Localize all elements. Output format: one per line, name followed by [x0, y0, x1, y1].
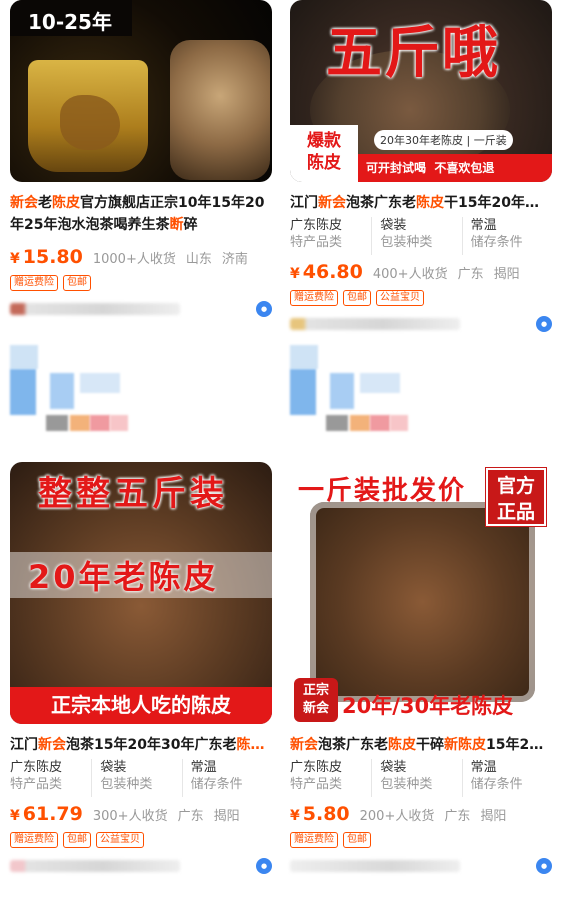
- product-card[interactable]: 一斤装批发价 官方 正品 正宗 新会 20年/30年老陈皮 新会泡茶广东老陈皮干…: [290, 462, 552, 877]
- title-keyword-highlight: 断: [169, 217, 184, 233]
- image-footer: 20年/30年老陈皮: [342, 694, 514, 718]
- location-city: 济南: [221, 252, 248, 267]
- attr-package: 袋装 包装种类: [371, 759, 461, 797]
- title-text: 江门: [10, 737, 38, 753]
- title-text: 泡茶15年20年30年广东老: [66, 737, 237, 753]
- location-province: 广东: [444, 809, 471, 824]
- attr-category: 广东陈皮 特产品类: [290, 760, 343, 792]
- tag-free-shipping: 包邮: [343, 290, 371, 306]
- image-headline: 整整五斤装: [38, 474, 228, 514]
- shop-name-blurred: [290, 318, 460, 330]
- title-keyword-highlight: 新会: [290, 737, 318, 753]
- sold-count: 300+人收货: [92, 809, 168, 824]
- attr-category: 广东陈皮 特产品类: [10, 760, 63, 792]
- location-province: 广东: [177, 809, 204, 824]
- title-keyword-highlight: 陈…: [236, 737, 265, 753]
- product-card[interactable]: 五斤哦 爆款 陈皮 20年30年老陈皮 | 一斤装 可开封试喝 不喜欢包退 江门…: [290, 0, 552, 431]
- location-city: 揭阳: [480, 809, 507, 824]
- product-title[interactable]: 江门新会泡茶广东老陈皮干15年20年…: [290, 192, 552, 214]
- attr-category: 广东陈皮 特产品类: [290, 218, 343, 250]
- location-city: 揭阳: [493, 267, 520, 282]
- image-middle-text: 20年老陈皮: [28, 558, 219, 596]
- title-text: 泡茶广东老: [318, 737, 388, 753]
- title-keyword-highlight: 陈皮: [416, 195, 444, 211]
- title-text: 15年20…: [486, 737, 552, 753]
- blurred-shop-banner: [10, 345, 272, 445]
- attr-package: 袋装 包装种类: [91, 759, 181, 797]
- title-keyword-highlight: 新会: [38, 737, 66, 753]
- location-city: 揭阳: [213, 809, 240, 824]
- attr-storage: 常温 储存条件: [181, 759, 272, 797]
- price: ¥46.80: [290, 261, 363, 283]
- sold-count: 400+人收货: [372, 267, 448, 282]
- tag-shipping-insurance: 赠运费险: [10, 832, 58, 848]
- product-image[interactable]: 10-25年: [10, 0, 272, 182]
- image-caption: 10-25年: [28, 10, 112, 34]
- product-card[interactable]: 10-25年 新会老陈皮官方旗舰店正宗10年15年20年25年泡水泡茶喝养生茶断…: [10, 0, 272, 431]
- product-image[interactable]: 整整五斤装 20年老陈皮 正宗本地人吃的陈皮: [10, 462, 272, 724]
- tag-shipping-insurance: 赠运费险: [10, 275, 58, 291]
- price: ¥15.80: [10, 246, 83, 268]
- attr-storage: 常温 储存条件: [461, 759, 552, 797]
- product-title[interactable]: 新会老陈皮官方旗舰店正宗10年15年20年25年泡水泡茶喝养生茶断碎: [10, 192, 272, 236]
- tag-charity: 公益宝贝: [96, 832, 144, 848]
- title-keyword-highlight: 新: [444, 737, 458, 753]
- title-text: 泡茶广东老: [346, 195, 416, 211]
- title-keyword-highlight: 新会: [318, 195, 346, 211]
- image-stamp: 官方 正品: [485, 467, 547, 527]
- title-keyword-highlight: 陈皮: [458, 737, 486, 753]
- blurred-shop-banner: [290, 345, 552, 445]
- title-text: 江门: [290, 195, 318, 211]
- image-badge: 爆款 陈皮: [290, 125, 358, 182]
- product-image[interactable]: 一斤装批发价 官方 正品 正宗 新会 20年/30年老陈皮: [290, 462, 552, 724]
- product-title[interactable]: 江门新会泡茶15年20年30年广东老陈…: [10, 734, 272, 756]
- wangwang-chat-icon[interactable]: ●: [536, 858, 552, 874]
- location-province: 山东: [185, 252, 212, 267]
- title-text: 干15年20年…: [444, 195, 539, 211]
- wangwang-chat-icon[interactable]: ●: [536, 316, 552, 332]
- image-seal: 正宗 新会: [294, 678, 338, 722]
- image-pill: 20年30年老陈皮 | 一斤装: [374, 130, 513, 150]
- price: ¥61.79: [10, 803, 83, 825]
- wangwang-chat-icon[interactable]: ●: [256, 301, 272, 317]
- location-province: 广东: [457, 267, 484, 282]
- title-keyword-highlight: 新会: [10, 195, 38, 211]
- product-card[interactable]: 整整五斤装 20年老陈皮 正宗本地人吃的陈皮 江门新会泡茶15年20年30年广东…: [10, 462, 272, 877]
- title-keyword-highlight: 陈皮: [388, 737, 416, 753]
- tag-shipping-insurance: 赠运费险: [290, 290, 338, 306]
- shop-name-blurred: [10, 303, 180, 315]
- tag-free-shipping: 包邮: [63, 275, 91, 291]
- image-footer: 可开封试喝 不喜欢包退: [358, 154, 552, 182]
- product-title[interactable]: 新会泡茶广东老陈皮干碎新陈皮15年20…: [290, 734, 552, 756]
- shop-name-blurred: [290, 860, 460, 872]
- shop-name-blurred: [10, 860, 180, 872]
- sold-count: 200+人收货: [359, 809, 435, 824]
- tag-free-shipping: 包邮: [343, 832, 371, 848]
- attr-package: 袋装 包装种类: [371, 217, 461, 255]
- attr-storage: 常温 储存条件: [461, 217, 552, 255]
- title-keyword-highlight: 陈皮: [52, 195, 80, 211]
- image-footer: 正宗本地人吃的陈皮: [10, 687, 272, 724]
- title-text: 干碎: [416, 737, 444, 753]
- tag-shipping-insurance: 赠运费险: [290, 832, 338, 848]
- price: ¥5.80: [290, 803, 350, 825]
- title-text: 老: [38, 195, 52, 211]
- tag-free-shipping: 包邮: [63, 832, 91, 848]
- image-headline: 五斤哦: [326, 21, 500, 86]
- wangwang-chat-icon[interactable]: ●: [256, 858, 272, 874]
- sold-count: 1000+人收货: [92, 252, 176, 267]
- product-image[interactable]: 五斤哦 爆款 陈皮 20年30年老陈皮 | 一斤装 可开封试喝 不喜欢包退: [290, 0, 552, 182]
- image-headline: 一斤装批发价: [298, 476, 467, 506]
- product-bag: [310, 502, 535, 702]
- tag-charity: 公益宝贝: [376, 290, 424, 306]
- title-text: 碎: [183, 217, 198, 233]
